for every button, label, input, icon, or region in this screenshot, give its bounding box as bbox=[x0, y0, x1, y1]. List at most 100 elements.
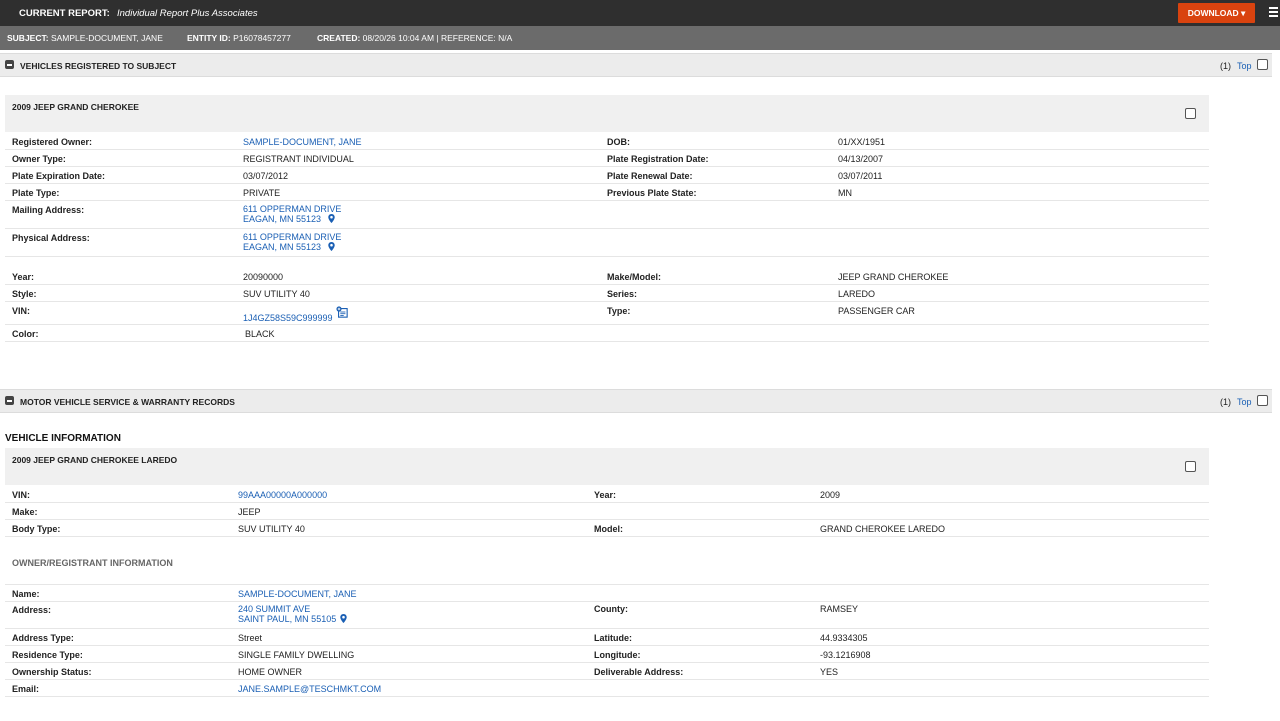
field-label: Deliverable Address: bbox=[594, 667, 684, 677]
field-value: JEEP GRAND CHEROKEE bbox=[838, 272, 949, 282]
email-link[interactable]: JANE.SAMPLE@TESCHMKT.COM bbox=[238, 684, 381, 694]
address-line1-link[interactable]: 240 SUMMIT AVE bbox=[238, 604, 347, 614]
table-row: Owner Type: REGISTRANT INDIVIDUAL Plate … bbox=[5, 150, 1209, 167]
field-value: 03/07/2012 bbox=[243, 171, 289, 181]
section-title: MOTOR VEHICLE SERVICE & WARRANTY RECORDS bbox=[20, 397, 235, 407]
entity-id-value: P16078457277 bbox=[233, 33, 291, 43]
address-line1-link[interactable]: 611 OPPERMAN DRIVE bbox=[243, 204, 341, 214]
table-row: Registered Owner: SAMPLE-DOCUMENT, JANE … bbox=[5, 133, 1209, 150]
field-value: MN bbox=[838, 188, 852, 198]
top-link[interactable]: Top bbox=[1237, 61, 1252, 71]
field-label: Mailing Address: bbox=[12, 205, 85, 215]
field-label: Type: bbox=[607, 306, 631, 316]
field-value: 2009 bbox=[820, 490, 841, 500]
field-value: 03/07/2011 bbox=[838, 171, 883, 181]
vin-value-group: 1J4GZ58S59C999999 bbox=[243, 306, 348, 323]
section-header-service-records: MOTOR VEHICLE SERVICE & WARRANTY RECORDS… bbox=[0, 389, 1272, 413]
table-row: Mailing Address: 611 OPPERMAN DRIVE EAGA… bbox=[5, 201, 1209, 229]
field-label: Make/Model: bbox=[607, 272, 662, 282]
owner-registrant-heading: OWNER/REGISTRANT INFORMATION bbox=[12, 558, 173, 568]
table-row: VIN: 99AAA00000A000000 Year: 2009 bbox=[5, 486, 1209, 503]
section-header-vehicles: VEHICLES REGISTERED TO SUBJECT (1) Top bbox=[0, 53, 1272, 77]
field-label: Latitude: bbox=[594, 633, 632, 643]
vin-link[interactable]: 1J4GZ58S59C999999 bbox=[243, 313, 333, 323]
top-link[interactable]: Top bbox=[1237, 397, 1252, 407]
field-value: PRIVATE bbox=[243, 188, 281, 198]
section-checkbox[interactable] bbox=[1257, 395, 1268, 406]
section-title: VEHICLES REGISTERED TO SUBJECT bbox=[20, 61, 177, 71]
entity-id-label: ENTITY ID: bbox=[187, 33, 231, 43]
field-value: LAREDO bbox=[838, 289, 876, 299]
table-row: VIN: 1J4GZ58S59C999999 Type: PASSENGER C… bbox=[5, 302, 1209, 325]
field-value: GRAND CHEROKEE LAREDO bbox=[820, 524, 946, 534]
collapse-icon[interactable] bbox=[5, 60, 14, 69]
field-label: Ownership Status: bbox=[12, 667, 92, 677]
map-pin-icon[interactable] bbox=[327, 214, 335, 223]
vin-link[interactable]: 99AAA00000A000000 bbox=[238, 490, 327, 500]
field-label: Address: bbox=[12, 605, 52, 615]
mailing-address: 611 OPPERMAN DRIVE EAGAN, MN 55123 bbox=[243, 204, 341, 224]
field-label: Color: bbox=[12, 329, 39, 339]
subject-bar: SUBJECT: SAMPLE-DOCUMENT, JANE ENTITY ID… bbox=[0, 26, 1280, 50]
record-count: (1) bbox=[1220, 397, 1231, 407]
record-count: (1) bbox=[1220, 61, 1231, 71]
created-value: 08/20/26 10:04 AM | REFERENCE: N/A bbox=[362, 33, 513, 43]
field-label: Owner Type: bbox=[12, 154, 66, 164]
service-card-header: 2009 JEEP GRAND CHEROKEE LAREDO bbox=[5, 448, 1209, 485]
table-row: Address: 240 SUMMIT AVE SAINT PAUL, MN 5… bbox=[5, 601, 1209, 629]
field-value: 20090000 bbox=[243, 272, 284, 282]
field-label: Plate Registration Date: bbox=[607, 154, 709, 164]
field-value: SUV UTILITY 40 bbox=[238, 524, 305, 534]
address-line2-link[interactable]: EAGAN, MN 55123 bbox=[243, 214, 321, 224]
field-value: -93.1216908 bbox=[820, 650, 871, 660]
service-card-checkbox[interactable] bbox=[1185, 461, 1196, 472]
map-pin-icon[interactable] bbox=[340, 614, 347, 623]
vehicle-card-header: 2009 JEEP GRAND CHEROKEE bbox=[5, 95, 1209, 132]
hamburger-menu-icon[interactable] bbox=[1269, 7, 1278, 17]
field-value: RAMSEY bbox=[820, 604, 859, 614]
current-report-label: CURRENT REPORT: bbox=[19, 8, 110, 19]
table-row: Style: SUV UTILITY 40 Series: LAREDO bbox=[5, 285, 1209, 302]
table-row: Year: 20090000 Make/Model: JEEP GRAND CH… bbox=[5, 268, 1209, 285]
field-label: Name: bbox=[12, 589, 40, 599]
address-line2-link[interactable]: EAGAN, MN 55123 bbox=[243, 242, 321, 252]
field-value: YES bbox=[820, 667, 839, 677]
field-value: 44.9334305 bbox=[820, 633, 868, 643]
field-label: Plate Type: bbox=[12, 188, 60, 198]
vehicle-card-checkbox[interactable] bbox=[1185, 108, 1196, 119]
map-pin-icon[interactable] bbox=[327, 242, 335, 251]
vin-document-icon[interactable] bbox=[336, 306, 348, 318]
field-value: REGISTRANT INDIVIDUAL bbox=[243, 154, 354, 164]
field-label: VIN: bbox=[12, 306, 30, 316]
field-label: Registered Owner: bbox=[12, 137, 93, 147]
owner-name-link[interactable]: SAMPLE-DOCUMENT, JANE bbox=[238, 589, 357, 599]
field-label: Email: bbox=[12, 684, 40, 694]
field-label: Year: bbox=[594, 490, 617, 500]
created-label: CREATED: bbox=[317, 33, 361, 43]
owner-address: 240 SUMMIT AVE SAINT PAUL, MN 55105 bbox=[238, 604, 347, 624]
field-label: Previous Plate State: bbox=[607, 188, 697, 198]
field-value: PASSENGER CAR bbox=[838, 306, 915, 316]
section-checkbox[interactable] bbox=[1257, 59, 1268, 70]
vehicle-card-title: 2009 JEEP GRAND CHEROKEE bbox=[12, 102, 139, 112]
vehicle-information-heading: VEHICLE INFORMATION bbox=[5, 433, 121, 444]
service-card-title: 2009 JEEP GRAND CHEROKEE LAREDO bbox=[12, 455, 178, 465]
field-label: Plate Renewal Date: bbox=[607, 171, 693, 181]
table-row: Residence Type: SINGLE FAMILY DWELLING L… bbox=[5, 646, 1209, 663]
field-label: Residence Type: bbox=[12, 650, 83, 660]
field-label: Address Type: bbox=[12, 633, 74, 643]
registered-owner-link[interactable]: SAMPLE-DOCUMENT, JANE bbox=[243, 137, 362, 147]
table-row: Address Type: Street Latitude: 44.933430… bbox=[5, 629, 1209, 646]
field-label: County: bbox=[594, 604, 628, 614]
address-line1-link[interactable]: 611 OPPERMAN DRIVE bbox=[243, 232, 341, 242]
address-line2-link[interactable]: SAINT PAUL, MN 55105 bbox=[238, 614, 336, 624]
field-label: Plate Expiration Date: bbox=[12, 171, 106, 181]
download-button[interactable]: DOWNLOAD ▾ bbox=[1178, 3, 1255, 23]
table-row: Plate Type: PRIVATE Previous Plate State… bbox=[5, 184, 1209, 201]
field-label: Make: bbox=[12, 507, 38, 517]
collapse-icon[interactable] bbox=[5, 396, 14, 405]
current-report-value: Individual Report Plus Associates bbox=[117, 8, 258, 19]
table-row: Body Type: SUV UTILITY 40 Model: GRAND C… bbox=[5, 520, 1209, 537]
field-label: VIN: bbox=[12, 490, 30, 500]
field-label: Series: bbox=[607, 289, 638, 299]
